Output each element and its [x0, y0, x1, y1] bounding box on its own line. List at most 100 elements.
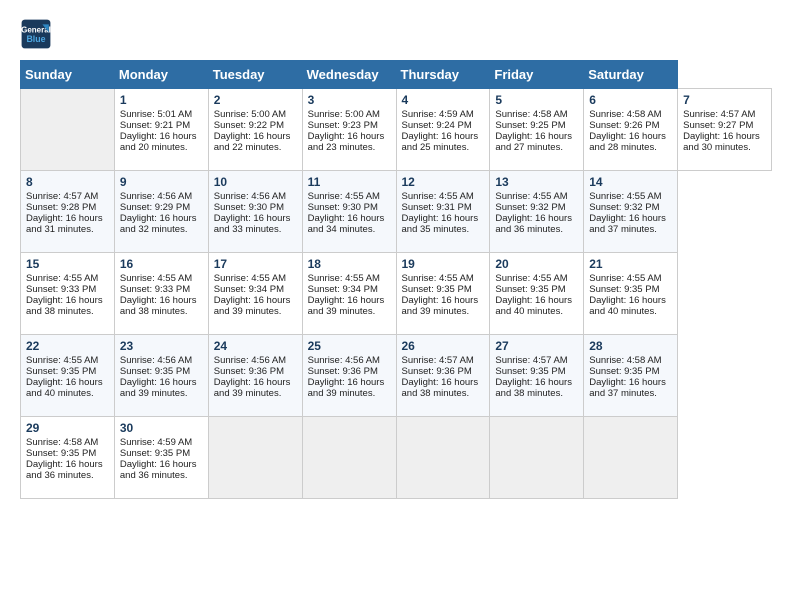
sunset-text: Sunset: 9:35 PM [120, 448, 190, 459]
day-number: 8 [26, 175, 110, 189]
daylight-text: Daylight: 16 hours and 25 minutes. [402, 131, 479, 153]
day-number: 11 [308, 175, 392, 189]
sunrise-text: Sunrise: 4:55 AM [308, 191, 380, 202]
sunset-text: Sunset: 9:35 PM [589, 284, 659, 295]
sunset-text: Sunset: 9:35 PM [26, 366, 96, 377]
sunrise-text: Sunrise: 4:58 AM [495, 109, 567, 120]
daylight-text: Daylight: 16 hours and 39 minutes. [308, 295, 385, 317]
calendar-cell: 3Sunrise: 5:00 AMSunset: 9:23 PMDaylight… [302, 89, 396, 171]
empty-cell [21, 89, 115, 171]
day-number: 28 [589, 339, 673, 353]
col-header-thursday: Thursday [396, 61, 490, 89]
calendar-cell: 27Sunrise: 4:57 AMSunset: 9:35 PMDayligh… [490, 335, 584, 417]
day-number: 3 [308, 93, 392, 107]
col-header-wednesday: Wednesday [302, 61, 396, 89]
daylight-text: Daylight: 16 hours and 27 minutes. [495, 131, 572, 153]
day-number: 6 [589, 93, 673, 107]
calendar-cell: 20Sunrise: 4:55 AMSunset: 9:35 PMDayligh… [490, 253, 584, 335]
sunrise-text: Sunrise: 4:59 AM [402, 109, 474, 120]
day-number: 2 [214, 93, 298, 107]
day-number: 19 [402, 257, 486, 271]
daylight-text: Daylight: 16 hours and 20 minutes. [120, 131, 197, 153]
sunset-text: Sunset: 9:33 PM [120, 284, 190, 295]
col-header-tuesday: Tuesday [208, 61, 302, 89]
sunrise-text: Sunrise: 4:58 AM [589, 109, 661, 120]
daylight-text: Daylight: 16 hours and 32 minutes. [120, 213, 197, 235]
calendar-cell [490, 417, 584, 499]
daylight-text: Daylight: 16 hours and 39 minutes. [308, 377, 385, 399]
col-header-monday: Monday [114, 61, 208, 89]
day-number: 5 [495, 93, 579, 107]
sunset-text: Sunset: 9:34 PM [308, 284, 378, 295]
sunrise-text: Sunrise: 4:57 AM [402, 355, 474, 366]
daylight-text: Daylight: 16 hours and 23 minutes. [308, 131, 385, 153]
sunrise-text: Sunrise: 4:55 AM [402, 273, 474, 284]
calendar-cell: 9Sunrise: 4:56 AMSunset: 9:29 PMDaylight… [114, 171, 208, 253]
daylight-text: Daylight: 16 hours and 30 minutes. [683, 131, 760, 153]
sunset-text: Sunset: 9:32 PM [589, 202, 659, 213]
header-row: SundayMondayTuesdayWednesdayThursdayFrid… [21, 61, 772, 89]
day-number: 20 [495, 257, 579, 271]
header: General Blue [20, 18, 772, 50]
day-number: 12 [402, 175, 486, 189]
daylight-text: Daylight: 16 hours and 39 minutes. [214, 295, 291, 317]
sunrise-text: Sunrise: 4:55 AM [495, 273, 567, 284]
sunrise-text: Sunrise: 4:55 AM [26, 355, 98, 366]
sunset-text: Sunset: 9:35 PM [495, 366, 565, 377]
calendar-cell: 6 Sunrise: 4:58 AMSunset: 9:26 PMDaylight… [584, 89, 678, 171]
calendar-cell: 15Sunrise: 4:55 AMSunset: 9:33 PMDayligh… [21, 253, 115, 335]
calendar-cell: 21Sunrise: 4:55 AMSunset: 9:35 PMDayligh… [584, 253, 678, 335]
sunrise-text: Sunrise: 4:58 AM [589, 355, 661, 366]
sunrise-text: Sunrise: 4:55 AM [402, 191, 474, 202]
day-number: 9 [120, 175, 204, 189]
daylight-text: Daylight: 16 hours and 40 minutes. [589, 295, 666, 317]
week-row-4: 22Sunrise: 4:55 AMSunset: 9:35 PMDayligh… [21, 335, 772, 417]
daylight-text: Daylight: 16 hours and 28 minutes. [589, 131, 666, 153]
sunset-text: Sunset: 9:36 PM [214, 366, 284, 377]
sunrise-text: Sunrise: 4:59 AM [120, 437, 192, 448]
day-number: 14 [589, 175, 673, 189]
sunset-text: Sunset: 9:30 PM [308, 202, 378, 213]
sunrise-text: Sunrise: 4:56 AM [308, 355, 380, 366]
daylight-text: Daylight: 16 hours and 38 minutes. [495, 377, 572, 399]
calendar-cell: 25Sunrise: 4:56 AMSunset: 9:36 PMDayligh… [302, 335, 396, 417]
sunset-text: Sunset: 9:21 PM [120, 120, 190, 131]
daylight-text: Daylight: 16 hours and 36 minutes. [120, 459, 197, 481]
sunset-text: Sunset: 9:25 PM [495, 120, 565, 131]
day-number: 30 [120, 421, 204, 435]
day-number: 4 [402, 93, 486, 107]
sunset-text: Sunset: 9:29 PM [120, 202, 190, 213]
calendar-cell: 13Sunrise: 4:55 AMSunset: 9:32 PMDayligh… [490, 171, 584, 253]
sunset-text: Sunset: 9:31 PM [402, 202, 472, 213]
day-number: 15 [26, 257, 110, 271]
daylight-text: Daylight: 16 hours and 38 minutes. [26, 295, 103, 317]
calendar-cell: 28Sunrise: 4:58 AMSunset: 9:35 PMDayligh… [584, 335, 678, 417]
sunset-text: Sunset: 9:26 PM [589, 120, 659, 131]
calendar-cell: 24Sunrise: 4:56 AMSunset: 9:36 PMDayligh… [208, 335, 302, 417]
sunset-text: Sunset: 9:35 PM [495, 284, 565, 295]
day-number: 13 [495, 175, 579, 189]
day-number: 1 [120, 93, 204, 107]
calendar-cell: 8Sunrise: 4:57 AMSunset: 9:28 PMDaylight… [21, 171, 115, 253]
day-number: 29 [26, 421, 110, 435]
sunset-text: Sunset: 9:36 PM [308, 366, 378, 377]
day-number: 23 [120, 339, 204, 353]
calendar-cell: 16Sunrise: 4:55 AMSunset: 9:33 PMDayligh… [114, 253, 208, 335]
calendar-cell [396, 417, 490, 499]
day-number: 16 [120, 257, 204, 271]
sunset-text: Sunset: 9:28 PM [26, 202, 96, 213]
daylight-text: Daylight: 16 hours and 34 minutes. [308, 213, 385, 235]
sunrise-text: Sunrise: 4:55 AM [308, 273, 380, 284]
calendar-cell: 4 Sunrise: 4:59 AMSunset: 9:24 PMDaylight… [396, 89, 490, 171]
sunrise-text: Sunrise: 4:55 AM [589, 273, 661, 284]
sunset-text: Sunset: 9:24 PM [402, 120, 472, 131]
daylight-text: Daylight: 16 hours and 37 minutes. [589, 213, 666, 235]
daylight-text: Daylight: 16 hours and 37 minutes. [589, 377, 666, 399]
calendar-cell: 22Sunrise: 4:55 AMSunset: 9:35 PMDayligh… [21, 335, 115, 417]
sunrise-text: Sunrise: 5:00 AM [214, 109, 286, 120]
calendar-cell [584, 417, 678, 499]
calendar-cell [302, 417, 396, 499]
sunset-text: Sunset: 9:35 PM [120, 366, 190, 377]
calendar-cell: 10Sunrise: 4:56 AMSunset: 9:30 PMDayligh… [208, 171, 302, 253]
sunset-text: Sunset: 9:32 PM [495, 202, 565, 213]
